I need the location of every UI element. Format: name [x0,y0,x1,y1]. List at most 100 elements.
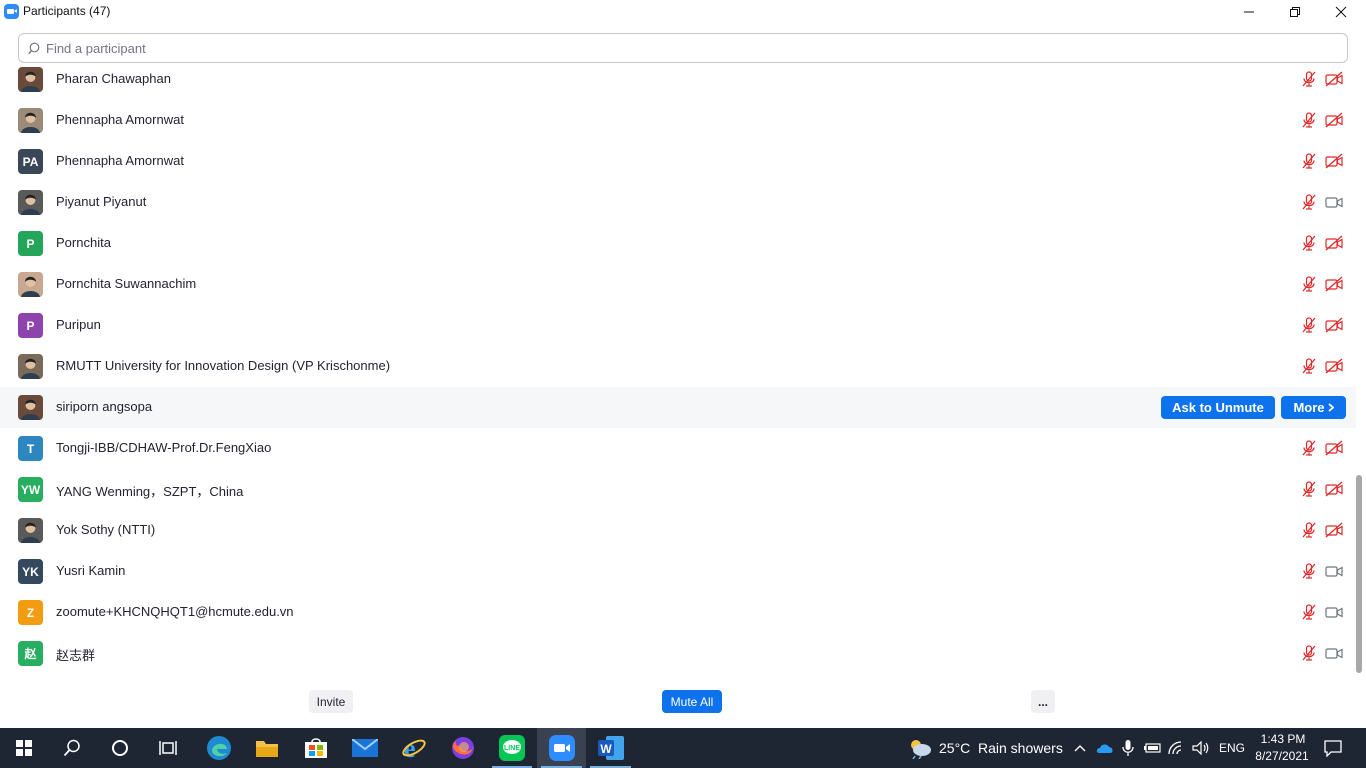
taskbar-zoom[interactable] [537,728,586,768]
close-button[interactable] [1318,0,1364,24]
video-off-icon[interactable] [1325,71,1343,87]
participant-row[interactable]: Zzoomute+KHCNQHQT1@hcmute.edu.vn [0,592,1356,633]
scrollbar-thumb[interactable] [1356,475,1362,673]
minimize-button[interactable] [1226,0,1272,24]
video-camera-icon[interactable] [1325,563,1343,579]
video-off-icon[interactable] [1325,481,1343,497]
muted-microphone-icon[interactable] [1301,235,1317,251]
video-camera-icon[interactable] [1325,604,1343,620]
search-input[interactable] [46,39,1326,57]
muted-microphone-icon[interactable] [1301,194,1317,210]
microphone-tray[interactable] [1118,728,1138,768]
more-button[interactable]: More [1281,396,1346,419]
participant-row[interactable]: P Pornchita [0,223,1356,264]
muted-microphone-icon[interactable] [1301,440,1317,456]
muted-microphone-icon[interactable] [1301,563,1317,579]
restore-button[interactable] [1272,0,1318,24]
task-view-button[interactable] [144,728,192,768]
minimize-icon [1244,11,1254,13]
participant-row[interactable]: Piyanut Piyanut [0,182,1356,223]
video-off-icon[interactable] [1325,358,1343,374]
mute-all-button[interactable]: Mute All [662,690,722,713]
taskbar-edge[interactable] [195,728,243,768]
participant-name: YANG Wenming，SZPT，China [56,484,244,499]
taskbar-line[interactable]: LINE [488,728,536,768]
participant-row[interactable]: RMUTT University for Innovation Design (… [0,346,1356,387]
video-off-icon[interactable] [1325,522,1343,538]
taskbar-word[interactable]: W [586,728,635,768]
participant-row[interactable]: siriporn angsopa Ask to Unmute More [0,387,1356,428]
title-bar: Participants (47) [0,0,1366,24]
video-off-icon[interactable] [1325,112,1343,128]
muted-microphone-icon[interactable] [1301,604,1317,620]
video-off-icon[interactable] [1325,276,1343,292]
battery-tray[interactable] [1141,728,1163,768]
zoom-icon [548,735,575,761]
video-camera-icon[interactable] [1325,194,1343,210]
video-off-icon[interactable] [1325,235,1343,251]
folder-icon [256,741,278,757]
participant-row[interactable]: YW YANG Wenming，SZPT，China [0,469,1356,510]
profile-photo [21,399,40,420]
show-hidden-icons-button[interactable] [1068,728,1092,768]
clock-date[interactable]: 8/27/2021 [1252,749,1312,763]
muted-microphone-icon[interactable] [1301,71,1317,87]
participant-row[interactable]: YK Yusri Kamin [0,551,1356,592]
search-icon [28,42,40,55]
participant-name: RMUTT University for Innovation Design (… [56,358,391,373]
participant-row[interactable]: Yok Sothy (NTTI) [0,510,1356,551]
volume-tray[interactable] [1190,728,1212,768]
muted-microphone-icon[interactable] [1301,317,1317,333]
cortana-button[interactable] [96,728,144,768]
clock-time[interactable]: 1:43 PM [1256,732,1310,746]
muted-microphone-icon[interactable] [1301,276,1317,292]
muted-microphone-icon[interactable] [1301,112,1317,128]
notification-center-button[interactable] [1316,728,1350,768]
muted-microphone-icon[interactable] [1301,358,1317,374]
taskbar-internet-explorer[interactable]: e [390,728,438,768]
participant-row[interactable]: Phennapha Amornwat [0,100,1356,141]
input-language[interactable]: ENG [1219,741,1245,755]
weather-temperature[interactable]: 25°C [939,740,970,756]
participant-row[interactable]: Pharan Chawaphan [0,59,1356,100]
ask-to-unmute-button[interactable]: Ask to Unmute [1161,396,1275,419]
taskbar-firefox[interactable] [439,728,487,768]
onedrive-tray[interactable] [1094,728,1116,768]
line-app-icon: LINE [499,735,525,761]
taskbar-mail[interactable] [341,728,389,768]
muted-microphone-icon[interactable] [1301,522,1317,538]
weather-widget-icon[interactable] [905,728,935,768]
chevron-up-icon [1074,745,1086,752]
profile-photo [21,522,40,543]
avatar: 赵 [18,641,43,666]
invite-button[interactable]: Invite [309,690,353,713]
video-off-icon[interactable] [1325,440,1343,456]
edge-icon [207,736,231,760]
wifi-icon [1168,741,1182,755]
search-icon [63,739,80,757]
video-off-icon[interactable] [1325,153,1343,169]
start-button[interactable] [0,728,48,768]
restore-icon [1290,7,1300,17]
taskbar-store[interactable] [292,728,340,768]
weather-description[interactable]: Rain showers [978,740,1063,756]
participant-row[interactable]: Pornchita Suwannachim [0,264,1356,305]
participant-row[interactable]: T Tongji-IBB/CDHAW-Prof.Dr.FengXiao [0,428,1356,469]
weather-cloud-icon [911,740,931,759]
participant-name: Tongji-IBB/CDHAW-Prof.Dr.FengXiao [56,440,272,455]
muted-microphone-icon[interactable] [1301,153,1317,169]
video-camera-icon[interactable] [1325,645,1343,661]
wifi-tray[interactable] [1166,728,1188,768]
taskbar-file-explorer[interactable] [243,728,291,768]
muted-microphone-icon[interactable] [1301,481,1317,497]
participant-row[interactable]: 赵赵志群 [0,633,1356,674]
participant-row[interactable]: P Puripun [0,305,1356,346]
avatar [18,395,43,420]
internet-explorer-icon: e [402,735,426,761]
taskbar-search-button[interactable] [48,728,96,768]
more-options-button[interactable]: ... [1031,690,1055,713]
avatar [18,108,43,133]
participant-row[interactable]: PA Phennapha Amornwat [0,141,1356,182]
video-off-icon[interactable] [1325,317,1343,333]
muted-microphone-icon[interactable] [1301,645,1317,661]
